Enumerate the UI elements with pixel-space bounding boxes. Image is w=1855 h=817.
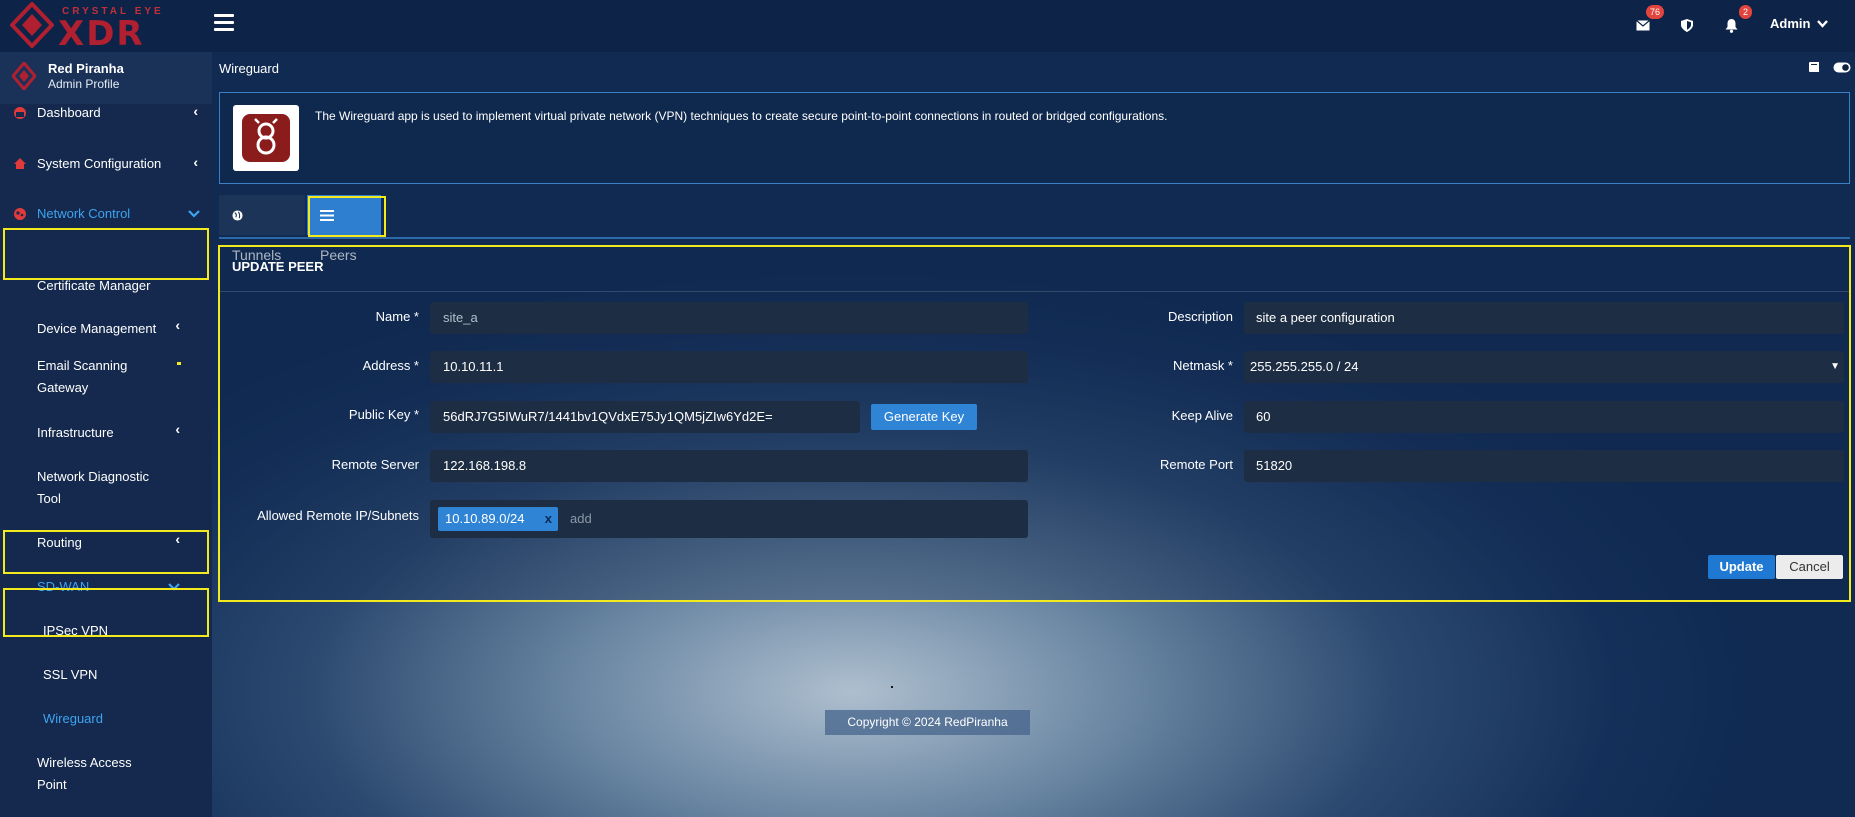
book-icon[interactable] — [1808, 61, 1821, 76]
sidebar-item-label: Device Management — [37, 321, 157, 336]
tab-bar: Tunnels Peers — [219, 195, 1850, 263]
top-bar: CRYSTAL EYE XDR 76 2 Admin — [0, 0, 1855, 54]
sidebar-item-network-diagnostic-tool[interactable]: Network Diagnostic Tool — [0, 466, 212, 510]
crystal-eye-logo-icon — [10, 2, 54, 48]
home-icon — [14, 158, 26, 169]
page-title: Wireguard — [219, 61, 279, 76]
alert-count-badge: 2 — [1738, 5, 1752, 19]
mail-count-badge: 76 — [1645, 5, 1664, 19]
chevron-left-icon: ‹ — [175, 317, 180, 333]
profile-block[interactable]: Red Piranha Admin Profile — [0, 52, 212, 104]
notification-bell-icon[interactable]: 2 — [1720, 5, 1752, 36]
chevron-left-icon: ‹ — [193, 154, 198, 170]
stray-dot — [891, 686, 893, 688]
status-dot-icon — [177, 362, 181, 365]
sidebar-item-label-line2: Point — [37, 777, 67, 792]
shield-icon[interactable] — [1676, 14, 1698, 36]
title-actions — [1800, 61, 1851, 76]
tab-tunnels[interactable]: Tunnels — [219, 195, 305, 263]
sidebar-item-label-line1: Network Diagnostic — [37, 469, 149, 484]
mail-icon[interactable]: 76 — [1632, 5, 1664, 36]
toggle-icon[interactable] — [1833, 61, 1851, 76]
sidebar-item-email-scanning-gateway[interactable]: Email Scanning Gateway — [0, 355, 212, 399]
user-menu-label: Admin — [1770, 16, 1811, 31]
sidebar: Red Piranha Admin Profile Dashboard ‹ Sy… — [0, 52, 212, 817]
sidebar-item-wireguard[interactable]: Wireguard — [0, 708, 212, 730]
copyright-footer: Copyright © 2024 RedPiranha — [825, 710, 1030, 735]
chevron-left-icon: ‹ — [175, 421, 180, 437]
app-description: The Wireguard app is used to implement v… — [315, 109, 1168, 123]
sidebar-item-label: System Configuration — [37, 156, 162, 171]
sidebar-item-label: Certificate Manager — [37, 278, 151, 293]
app-info-box: The Wireguard app is used to implement v… — [219, 92, 1850, 184]
sidebar-item-label-line2: Gateway — [37, 380, 89, 395]
sidebar-item-infrastructure[interactable]: Infrastructure ‹ — [0, 421, 212, 444]
chevron-left-icon: ‹ — [193, 103, 198, 119]
highlight-sd-wan — [3, 530, 209, 574]
sidebar-item-device-management[interactable]: Device Management ‹ — [0, 317, 212, 340]
chevron-down-icon — [188, 210, 200, 218]
sidebar-item-label-line1: Wireless Access — [37, 755, 132, 770]
profile-role: Admin Profile — [48, 77, 120, 91]
chevron-down-icon — [1817, 20, 1828, 28]
sidebar-item-label-line1: Email Scanning — [37, 358, 128, 373]
sidebar-item-dashboard[interactable]: Dashboard ‹ — [0, 100, 212, 134]
highlight-peers-tab — [308, 196, 386, 237]
app-logo[interactable]: CRYSTAL EYE XDR — [10, 2, 180, 54]
sidebar-item-label-line2: Tool — [37, 491, 61, 506]
sidebar-item-ssl-vpn[interactable]: SSL VPN — [0, 664, 212, 686]
sidebar-item-label: Infrastructure — [37, 425, 114, 440]
globe-icon — [232, 210, 243, 221]
menu-toggle-icon[interactable] — [214, 14, 234, 32]
sidebar-item-label: SSL VPN — [43, 667, 98, 682]
sidebar-item-label: Dashboard — [37, 105, 101, 120]
profile-logo-icon — [12, 62, 36, 90]
brand-name: XDR — [58, 14, 145, 54]
sidebar-item-label: Wireguard — [43, 711, 103, 726]
wireguard-dragon-icon — [254, 118, 278, 155]
highlight-network-control — [3, 228, 209, 280]
highlight-update-peer-panel — [218, 245, 1851, 602]
sidebar-item-wireless-access-point[interactable]: Wireless Access Point — [0, 752, 212, 796]
sidebar-item-system-configuration[interactable]: System Configuration ‹ — [0, 151, 212, 185]
dashboard-icon — [14, 107, 26, 119]
highlight-wireguard — [3, 588, 209, 637]
sidebar-item-label: Network Control — [37, 206, 131, 221]
sidebar-item-certificate-manager[interactable]: Certificate Manager — [0, 275, 212, 297]
network-globe-icon — [14, 208, 26, 220]
user-menu[interactable]: Admin — [1770, 16, 1828, 31]
wireguard-app-icon — [233, 105, 299, 171]
profile-name: Red Piranha — [48, 61, 124, 76]
